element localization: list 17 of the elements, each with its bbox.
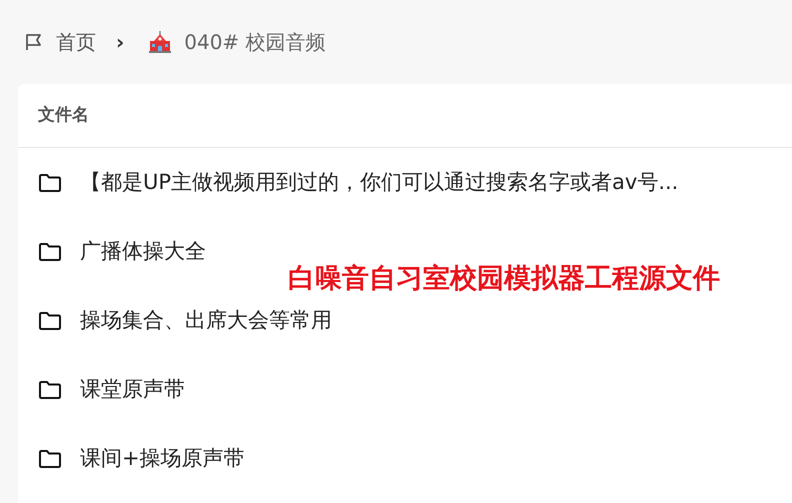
current-folder-title: 040# 校园音频 <box>184 29 326 56</box>
flag-icon <box>24 32 44 52</box>
school-icon <box>148 30 172 54</box>
overlay-caption: 白噪音自习室校园模拟器工程源文件 <box>288 262 720 296</box>
folder-name: 【都是UP主做视频用到过的，你们可以通过搜索名字或者av号... <box>80 168 678 196</box>
folder-name: 课堂原声带 <box>80 376 185 403</box>
folder-icon <box>38 448 62 468</box>
folder-name: 广播体操大全 <box>80 238 206 265</box>
folder-icon <box>38 310 62 330</box>
folder-name: 操场集合、出席大会等常用 <box>80 306 332 334</box>
folder-name: 课间+操场原声带 <box>80 444 245 472</box>
column-header: 文件名 <box>38 104 89 127</box>
folder-icon <box>38 380 62 400</box>
folder-icon <box>38 242 62 262</box>
folder-icon <box>38 172 62 192</box>
home-link[interactable]: 首页 <box>56 27 96 57</box>
breadcrumb-separator: › <box>116 29 124 56</box>
